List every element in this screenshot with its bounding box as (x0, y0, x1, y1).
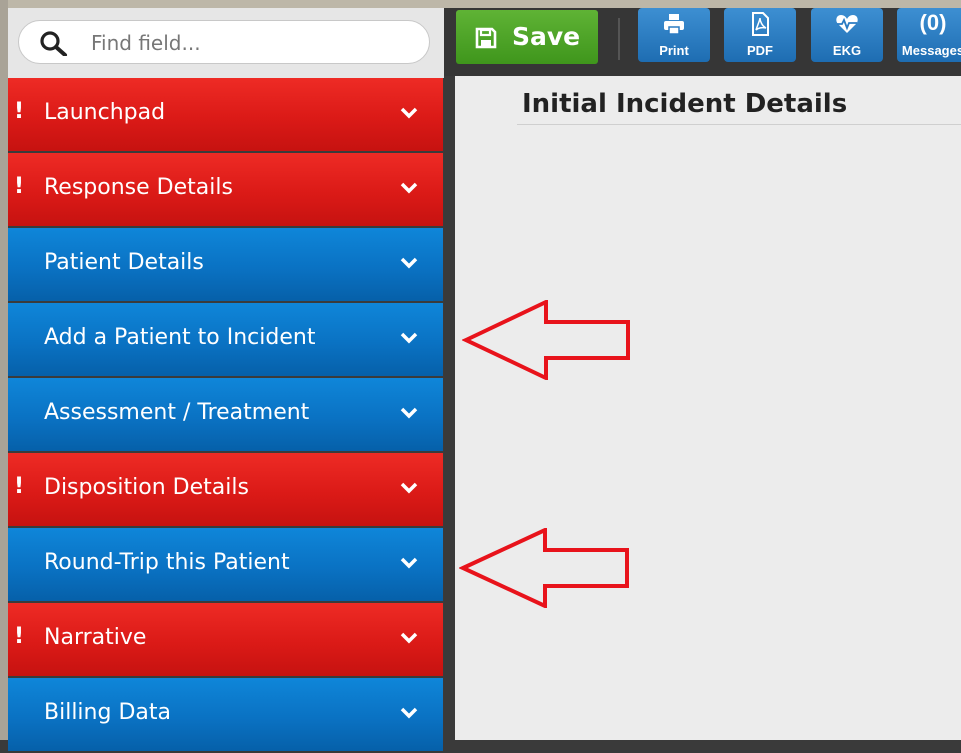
nav-item-label: Launchpad (44, 100, 166, 125)
nav-item-narrative[interactable]: ! Narrative (8, 603, 443, 676)
pdf-label: PDF (747, 43, 773, 58)
heart-pulse-icon (836, 15, 858, 33)
alert-icon: ! (14, 174, 25, 199)
ekg-label: EKG (832, 43, 862, 58)
nav-item-billing-data[interactable]: Billing Data (8, 678, 443, 751)
alert-icon: ! (14, 474, 25, 499)
nav-item-label: Patient Details (44, 250, 204, 275)
nav-item-label: Round-Trip this Patient (44, 550, 290, 575)
messages-count: (0) (919, 10, 947, 35)
floppy-disk-icon (475, 27, 497, 49)
nav-item-label: Response Details (44, 175, 233, 200)
nav-item-disposition-details[interactable]: ! Disposition Details (8, 453, 443, 526)
ekg-button[interactable]: EKG (811, 8, 883, 62)
messages-label: Messages (901, 43, 961, 58)
nav-item-add-patient[interactable]: Add a Patient to Incident (8, 303, 443, 376)
pdf-file-icon (752, 12, 769, 36)
messages-button[interactable]: (0) Messages (897, 8, 961, 62)
alert-icon: ! (14, 624, 25, 649)
nav-item-label: Disposition Details (44, 475, 249, 500)
search-box[interactable] (18, 20, 430, 64)
chevron-down-icon (400, 257, 418, 269)
printer-icon (664, 14, 684, 35)
search-input[interactable] (89, 28, 413, 58)
pdf-button[interactable]: PDF (724, 8, 796, 62)
main-panel: Initial Incident Details (455, 76, 961, 740)
annotation-arrow-left-2 (459, 528, 629, 608)
toolbar: Save Print PDF EKG (0) Messages (444, 8, 961, 76)
section-nav: ! Launchpad ! Response Details Patient D… (8, 78, 443, 753)
print-button[interactable]: Print (638, 8, 710, 62)
chevron-down-icon (400, 482, 418, 494)
search-icon (40, 31, 67, 56)
search-area (8, 8, 444, 78)
alert-icon: ! (14, 99, 25, 124)
window-frame-left (0, 0, 8, 740)
annotation-arrow-left-1 (462, 300, 630, 380)
chevron-down-icon (400, 707, 418, 719)
save-label: Save (512, 22, 581, 51)
chevron-down-icon (400, 407, 418, 419)
chevron-down-icon (400, 182, 418, 194)
print-label: Print (659, 43, 689, 58)
toolbar-divider (618, 18, 620, 60)
page-title: Initial Incident Details (522, 89, 848, 119)
nav-item-round-trip[interactable]: Round-Trip this Patient (8, 528, 443, 601)
nav-item-label: Assessment / Treatment (44, 400, 310, 425)
nav-item-label: Add a Patient to Incident (44, 325, 316, 350)
title-divider (517, 124, 961, 125)
window-frame-top (0, 0, 961, 8)
chevron-down-icon (400, 632, 418, 644)
nav-item-label: Narrative (44, 625, 147, 650)
nav-item-response-details[interactable]: ! Response Details (8, 153, 443, 226)
sidebar: ! Launchpad ! Response Details Patient D… (8, 8, 444, 751)
nav-item-patient-details[interactable]: Patient Details (8, 228, 443, 301)
save-button[interactable]: Save (456, 10, 598, 64)
nav-item-assessment-treatment[interactable]: Assessment / Treatment (8, 378, 443, 451)
chevron-down-icon (400, 107, 418, 119)
nav-item-label: Billing Data (44, 700, 171, 725)
chevron-down-icon (400, 557, 418, 569)
chevron-down-icon (400, 332, 418, 344)
nav-item-launchpad[interactable]: ! Launchpad (8, 78, 443, 151)
